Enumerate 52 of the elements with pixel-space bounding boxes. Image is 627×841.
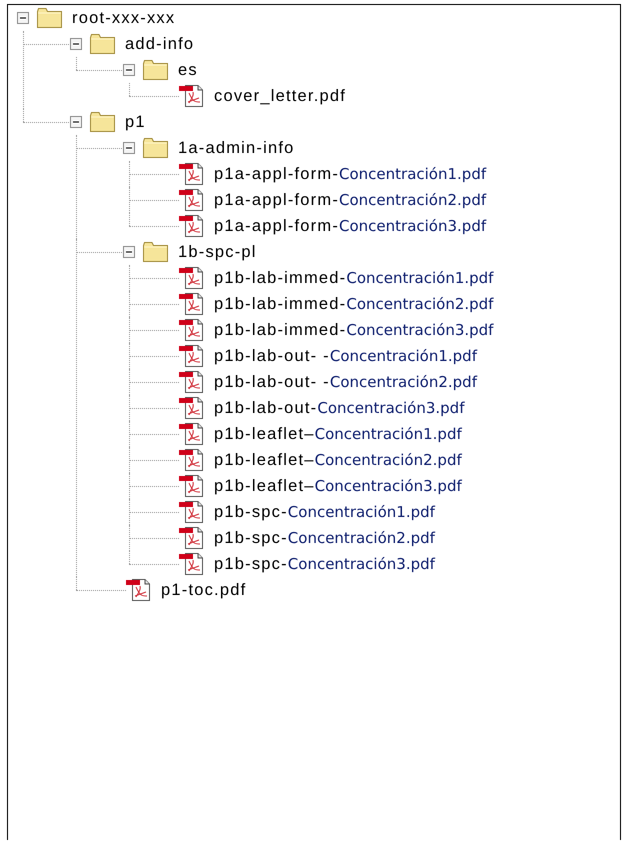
folder-name[interactable]: root-xxx-xxx xyxy=(72,8,176,28)
folder-icon xyxy=(89,111,116,133)
file-name[interactable]: p1b-lab-out- -Concentración1.pdf xyxy=(214,346,477,366)
pdf-icon xyxy=(179,422,205,446)
folder-name[interactable]: p1 xyxy=(125,112,146,132)
collapse-toggle[interactable] xyxy=(17,12,29,24)
file-name[interactable]: p1b-leaflet–Concentración3.pdf xyxy=(214,476,462,496)
pdf-icon xyxy=(126,578,152,602)
pdf-icon xyxy=(179,396,205,420)
file-name[interactable]: p1b-lab-out-Concentración3.pdf xyxy=(214,398,464,418)
collapse-toggle[interactable] xyxy=(123,142,135,154)
pdf-icon xyxy=(179,500,205,524)
collapse-toggle[interactable] xyxy=(123,246,135,258)
file-name[interactable]: p1-toc.pdf xyxy=(161,580,246,600)
file-name[interactable]: p1b-spc-Concentración2.pdf xyxy=(214,528,435,548)
file-name[interactable]: p1b-leaflet–Concentración1.pdf xyxy=(214,424,462,444)
pdf-icon xyxy=(179,162,205,186)
folder-name[interactable]: 1b-spc-pl xyxy=(178,242,257,262)
pdf-icon xyxy=(179,526,205,550)
file-name[interactable]: p1b-leaflet–Concentración2.pdf xyxy=(214,450,462,470)
folder-name[interactable]: 1a-admin-info xyxy=(178,138,294,158)
file-name[interactable]: p1b-lab-immed-Concentración3.pdf xyxy=(214,320,494,340)
pdf-icon xyxy=(179,188,205,212)
collapse-toggle[interactable] xyxy=(123,64,135,76)
pdf-icon xyxy=(179,84,205,108)
folder-icon xyxy=(142,59,169,81)
pdf-icon xyxy=(179,292,205,316)
pdf-icon xyxy=(179,474,205,498)
pdf-icon xyxy=(179,552,205,576)
folder-icon xyxy=(142,137,169,159)
file-name[interactable]: p1b-spc-Concentración1.pdf xyxy=(214,502,435,522)
file-name[interactable]: p1a-appl-form-Concentración3.pdf xyxy=(214,216,486,236)
file-name[interactable]: p1b-lab-immed-Concentración1.pdf xyxy=(214,268,494,288)
pdf-icon xyxy=(179,370,205,394)
folder-name[interactable]: add-info xyxy=(125,34,194,54)
pdf-icon xyxy=(179,266,205,290)
folder-name[interactable]: es xyxy=(178,60,198,80)
file-name[interactable]: p1b-lab-immed-Concentración2.pdf xyxy=(214,294,494,314)
file-name[interactable]: p1a-appl-form-Concentración2.pdf xyxy=(214,190,486,210)
file-name[interactable]: cover_letter.pdf xyxy=(214,86,346,106)
folder-icon xyxy=(36,7,63,29)
collapse-toggle[interactable] xyxy=(70,116,82,128)
folder-icon xyxy=(142,241,169,263)
folder-icon xyxy=(89,33,116,55)
pdf-icon xyxy=(179,318,205,342)
file-name[interactable]: p1b-spc-Concentración3.pdf xyxy=(214,554,435,574)
file-name[interactable]: p1b-lab-out- -Concentración2.pdf xyxy=(214,372,477,392)
collapse-toggle[interactable] xyxy=(70,38,82,50)
pdf-icon xyxy=(179,214,205,238)
pdf-icon xyxy=(179,344,205,368)
pdf-icon xyxy=(179,448,205,472)
file-name[interactable]: p1a-appl-form-Concentración1.pdf xyxy=(214,164,486,184)
